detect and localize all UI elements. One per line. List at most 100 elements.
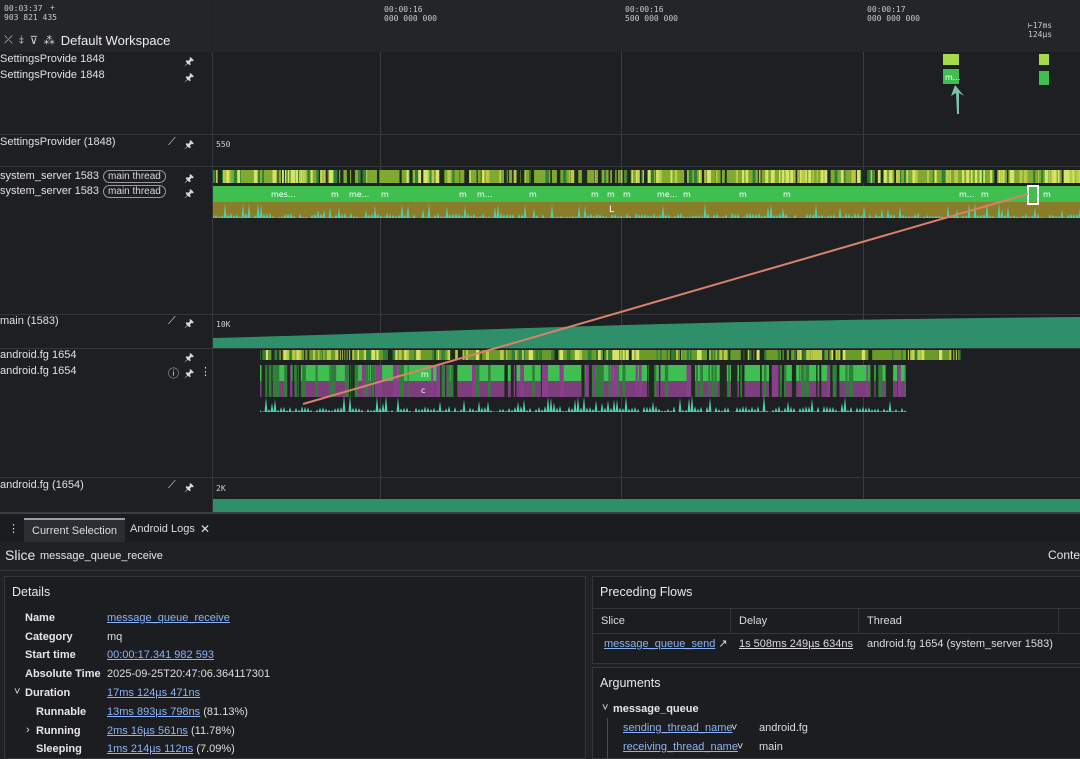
state-stripe: [596, 365, 600, 397]
state-stripe: [431, 365, 434, 397]
chevron-down-icon[interactable]: ˅: [14, 686, 20, 698]
workspace-icon[interactable]: ⁂: [44, 34, 55, 47]
state-stripe: [485, 170, 490, 183]
track-label[interactable]: main (1583): [0, 315, 59, 327]
pin-icon[interactable]: 🖈: [184, 315, 194, 334]
detail-value-link[interactable]: 00:00:17.341 982 593: [107, 649, 214, 661]
state-stripe: [554, 350, 559, 360]
state-stripe: [419, 350, 421, 360]
state-stripe: [261, 365, 266, 397]
state-stripe: [327, 350, 331, 360]
state-stripe: [277, 365, 280, 397]
chevron-down-icon[interactable]: ˅: [737, 741, 743, 753]
state-stripe: [816, 365, 818, 397]
state-stripe: [448, 350, 450, 360]
state-stripe: [443, 350, 445, 360]
track-label[interactable]: SettingsProvide 1848: [0, 53, 105, 65]
state-stripe: [541, 365, 546, 397]
state-stripe: [290, 365, 292, 397]
pin-icon[interactable]: 🖈: [184, 69, 194, 88]
tab-android-logs[interactable]: Android Logs: [122, 518, 203, 540]
state-stripe: [464, 170, 468, 183]
state-stripe: [772, 365, 777, 397]
flow-slice-link[interactable]: message_queue_send ↗: [596, 632, 728, 656]
state-stripe: [572, 170, 575, 183]
state-stripe: [1048, 170, 1050, 183]
state-stripe: [396, 365, 398, 397]
state-stripe: [1056, 170, 1058, 183]
arg-group: message_queue: [613, 703, 699, 715]
state-stripe: [447, 350, 449, 360]
external-link-icon: ↗: [718, 638, 728, 650]
timeline-ruler[interactable]: 00:00:16 000 000 000 00:00:16 500 000 00…: [213, 0, 1080, 53]
tick-label-ns: 500 000 000: [625, 14, 678, 23]
chart-line-icon[interactable]: ⟋: [168, 315, 176, 328]
pin-icon[interactable]: 🖈: [184, 479, 194, 498]
detail-key: Running: [36, 725, 81, 737]
detail-value-link[interactable]: 17ms 124µs 471ns: [107, 687, 200, 699]
arg-key-link[interactable]: sending_thread_name: [623, 722, 732, 734]
state-stripe: [901, 350, 903, 360]
chart-line-icon[interactable]: ⟋: [168, 479, 176, 492]
state-stripe: [320, 170, 322, 183]
arg-key-link[interactable]: receiving_thread_name: [623, 741, 738, 753]
track-label[interactable]: SettingsProvide 1848: [0, 69, 105, 81]
tab-current-selection[interactable]: Current Selection: [24, 518, 125, 542]
state-stripe: [559, 350, 564, 360]
chevron-down-icon[interactable]: ˅: [731, 722, 737, 734]
track-canvas[interactable]: m... mes... m me... m m m... m m m m me... m m m m... m…: [213, 52, 1080, 512]
state-stripe: [417, 350, 420, 360]
column-header[interactable]: Slice: [593, 609, 731, 633]
state-stripe: [779, 365, 782, 397]
state-stripe: [576, 350, 578, 360]
workspace-title[interactable]: Default Workspace: [61, 33, 171, 48]
pin-icon[interactable]: 🖈: [184, 365, 194, 384]
state-stripe: [797, 170, 799, 183]
track-label[interactable]: SettingsProvider (1848): [0, 136, 116, 148]
state-stripe: [558, 170, 560, 183]
column-header[interactable]: Thread: [859, 609, 1059, 633]
state-stripe: [286, 350, 288, 360]
state-stripe: [699, 170, 702, 183]
state-stripe: [789, 350, 792, 360]
column-header[interactable]: Delay: [731, 609, 859, 633]
unpin-icon[interactable]: ⤈: [19, 34, 24, 47]
state-stripe: [894, 170, 897, 183]
pin-icon[interactable]: 🖈: [184, 185, 194, 204]
state-stripe: [515, 350, 517, 360]
track-label[interactable]: system_server 1583 main thread: [0, 185, 166, 198]
state-stripe: [877, 170, 881, 183]
track-label[interactable]: android.fg 1654: [0, 365, 76, 377]
state-stripe: [612, 350, 617, 360]
pin-icon[interactable]: 🖈: [184, 136, 194, 155]
arg-value: android.fg: [759, 722, 808, 734]
filter-icon[interactable]: ⊽: [30, 34, 38, 47]
state-stripe: [827, 170, 831, 183]
flow-delay-link[interactable]: 1s 508ms 249µs 634ns: [731, 632, 853, 656]
track-label[interactable]: system_server 1583 main thread: [0, 170, 166, 183]
state-stripe: [399, 170, 402, 183]
chevron-right-icon[interactable]: ›: [26, 724, 30, 736]
chart-line-icon[interactable]: ⟋: [168, 136, 176, 149]
state-stripe: [1006, 170, 1009, 183]
context-label[interactable]: Conte: [1048, 548, 1080, 562]
more-icon[interactable]: ⋮: [200, 365, 211, 378]
panel-menu-icon[interactable]: ⋮: [0, 518, 27, 540]
state-stripe: [507, 170, 509, 183]
state-stripe: [810, 350, 813, 360]
counter-area: [213, 317, 1080, 348]
track-label[interactable]: android.fg 1654: [0, 349, 76, 361]
chevron-down-icon[interactable]: ˅: [602, 702, 608, 714]
state-stripe: [371, 350, 375, 360]
detail-value-link[interactable]: message_queue_receive: [107, 612, 230, 624]
track-area[interactable]: SettingsProvide 1848 🖈 SettingsProvide 1…: [0, 52, 1080, 512]
state-stripe: [697, 350, 701, 360]
state-stripe: [671, 350, 675, 360]
tick-label-time: 00:00:16: [384, 5, 423, 14]
collapse-all-icon[interactable]: ⤫: [4, 34, 13, 47]
help-icon[interactable]: ⓘ: [168, 365, 179, 381]
state-stripe: [358, 170, 360, 183]
track-label[interactable]: android.fg (1654): [0, 479, 84, 491]
close-icon[interactable]: ✕: [192, 518, 218, 540]
plus-icon[interactable]: +: [50, 3, 55, 12]
